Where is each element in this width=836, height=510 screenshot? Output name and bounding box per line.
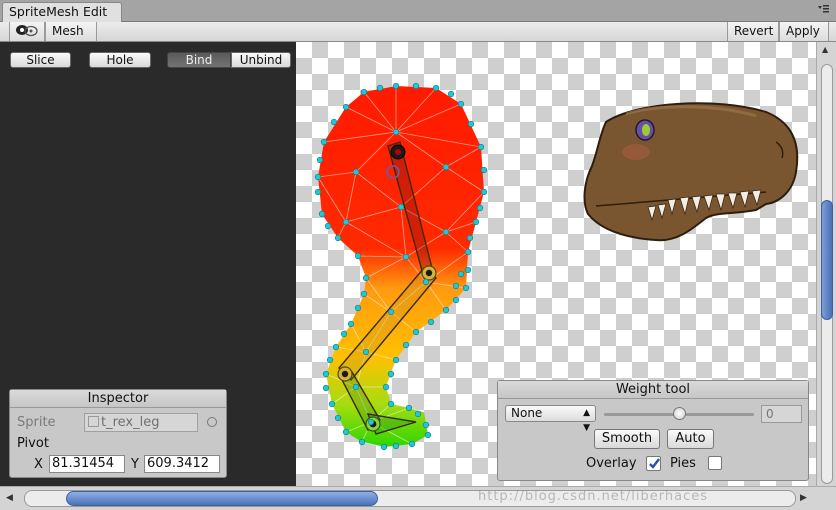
weight-slider-thumb[interactable] <box>673 407 686 420</box>
slice-button[interactable]: Slice <box>10 52 71 68</box>
horizontal-scroll-thumb[interactable] <box>66 491 378 506</box>
hole-button[interactable]: Hole <box>89 52 151 68</box>
vertical-scroll-thumb[interactable] <box>821 200 833 320</box>
object-picker-icon[interactable] <box>207 417 217 427</box>
bind-button[interactable]: Bind <box>167 52 231 68</box>
dropdown-arrows-icon: ▲ ▼ <box>583 408 590 433</box>
auto-button[interactable]: Auto <box>667 429 714 449</box>
weight-mode-dropdown[interactable]: None ▲ ▼ <box>505 405 596 433</box>
weight-mode-value: None <box>511 406 543 420</box>
pies-checkbox[interactable] <box>708 456 722 470</box>
sprite-value: t_rex_leg <box>101 415 160 430</box>
checkmark-icon <box>649 458 660 469</box>
pivot-x-field[interactable]: 81.31454 <box>49 455 125 473</box>
vertical-scrollbar[interactable]: ▲ <box>816 42 836 486</box>
weight-tool-title: Weight tool <box>498 381 808 399</box>
pivot-y-field[interactable]: 609.3412 <box>144 455 220 473</box>
mesh-menu-button[interactable]: Mesh <box>45 22 97 41</box>
unbind-button[interactable]: Unbind <box>231 52 291 68</box>
weighted-mesh <box>318 86 484 447</box>
pivot-x-label: X <box>34 457 43 472</box>
sprite-label: Sprite <box>17 415 56 430</box>
overlay-checkbox[interactable] <box>646 456 661 471</box>
toolbar: Mesh Revert Apply <box>0 22 836 42</box>
overlay-label: Overlay <box>586 456 637 471</box>
eye-toggle-icon[interactable] <box>9 22 45 41</box>
window-tab-strip: SpriteMesh Edit <box>0 0 836 22</box>
scroll-up-icon[interactable]: ▲ <box>822 45 828 54</box>
tool-panel: Slice Hole Bind Unbind Inspector Sprite … <box>0 42 296 486</box>
weight-value-field[interactable]: 0 <box>761 405 802 423</box>
pies-label: Pies <box>670 456 696 471</box>
sprite-field[interactable]: t_rex_leg <box>84 413 198 432</box>
inspector-title: Inspector <box>10 390 226 408</box>
horizontal-scrollbar[interactable]: ◀ ▶ <box>0 486 836 510</box>
apply-button[interactable]: Apply <box>779 22 829 41</box>
sprite-icon <box>88 416 99 427</box>
pivot-label: Pivot <box>17 436 49 451</box>
window-menu-icon[interactable] <box>816 2 830 16</box>
dinosaur-head-sprite <box>583 102 799 242</box>
smooth-button[interactable]: Smooth <box>594 429 660 449</box>
revert-button[interactable]: Revert <box>727 22 779 41</box>
pivot-y-label: Y <box>131 457 139 472</box>
scroll-right-icon[interactable]: ▶ <box>800 493 807 503</box>
watermark-text: http://blog.csdn.net/liberhaces <box>478 489 708 504</box>
inspector-panel: Inspector Sprite t_rex_leg Pivot X 81.31… <box>9 389 227 478</box>
weight-tool-panel: Weight tool None ▲ ▼ 0 Smooth Auto Overlay… <box>497 380 809 481</box>
scroll-left-icon[interactable]: ◀ <box>6 493 13 503</box>
window-tab[interactable]: SpriteMesh Edit <box>2 2 122 22</box>
